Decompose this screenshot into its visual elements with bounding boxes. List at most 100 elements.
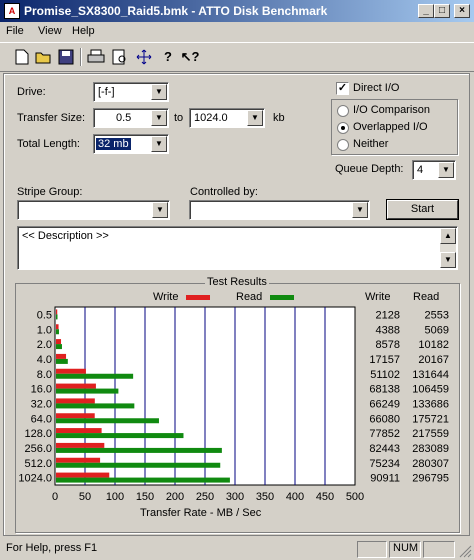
read-value: 280307 [412, 458, 449, 470]
direct-io-checkbox[interactable]: ✓ [336, 82, 349, 95]
chevron-down-icon[interactable]: ▼ [247, 110, 263, 126]
read-value: 133686 [412, 398, 449, 410]
row-size-label: 1.0 [37, 324, 52, 336]
scroll-down-icon[interactable]: ▼ [440, 252, 456, 268]
write-bar [56, 324, 59, 330]
row-size-label: 128.0 [24, 428, 52, 440]
scroll-up-icon[interactable]: ▲ [440, 228, 456, 244]
controlled-by-label: Controlled by: [190, 186, 258, 198]
print-preview-icon[interactable] [110, 47, 130, 67]
row-size-label: 1024.0 [18, 473, 52, 485]
context-help-icon[interactable]: ↖? [180, 47, 200, 67]
read-bar [56, 447, 222, 453]
status-panel-scrl [423, 541, 455, 558]
write-legend-swatch [186, 295, 210, 300]
start-button[interactable]: Start [387, 200, 458, 219]
write-column-header: Write [365, 291, 391, 303]
write-bar [56, 383, 96, 389]
test-results-title: Test Results [205, 276, 269, 288]
maximize-button[interactable]: □ [434, 4, 450, 18]
transfer-from-value: 0.5 [116, 112, 132, 124]
stripe-group-select[interactable]: ▼ [17, 200, 170, 220]
neither-label: Neither [353, 138, 389, 150]
read-value: 283089 [412, 443, 449, 455]
new-icon[interactable] [12, 47, 32, 67]
queue-depth-label: Queue Depth: [335, 163, 404, 175]
write-value: 77852 [369, 428, 400, 440]
row-size-label: 8.0 [37, 369, 52, 381]
overlapped-io-radio[interactable] [337, 122, 349, 134]
write-value: 51102 [370, 369, 400, 381]
write-bar [56, 309, 58, 315]
menu-help[interactable]: Help [72, 25, 95, 37]
read-value: 217559 [412, 428, 449, 440]
total-length-select[interactable]: 32 mb ▼ [93, 134, 169, 154]
row-size-label: 0.5 [37, 309, 52, 321]
queue-depth-select[interactable]: 4 ▼ [412, 160, 456, 180]
write-bar [56, 368, 86, 374]
transfer-size-to-select[interactable]: 1024.0 ▼ [189, 108, 265, 128]
description-textarea[interactable]: << Description >> ▲ ▼ [17, 226, 458, 270]
close-button[interactable]: × [454, 4, 470, 18]
read-bar [56, 418, 159, 424]
chevron-down-icon[interactable]: ▼ [151, 110, 167, 126]
chevron-down-icon[interactable]: ▼ [438, 162, 454, 178]
print-icon[interactable] [86, 47, 106, 67]
status-panel-empty [357, 541, 387, 558]
write-bar [56, 472, 110, 478]
io-comparison-radio[interactable] [337, 105, 349, 117]
io-comparison-label: I/O Comparison [353, 104, 431, 116]
row-size-label: 2.0 [37, 339, 52, 351]
read-column-header: Read [413, 291, 440, 303]
drive-select[interactable]: [-f-] ▼ [93, 82, 169, 102]
write-value: 82443 [369, 443, 400, 455]
status-num: NUM [389, 541, 421, 558]
toolbar-separator [80, 48, 82, 66]
stripe-group-label: Stripe Group: [17, 186, 83, 198]
chevron-down-icon[interactable]: ▼ [151, 136, 167, 152]
write-value: 90911 [370, 473, 400, 485]
chevron-down-icon[interactable]: ▼ [152, 202, 168, 218]
read-value: 10182 [418, 339, 449, 351]
to-label: to [174, 112, 184, 124]
x-tick-label: 150 [136, 491, 154, 503]
write-legend-label: Write [153, 291, 179, 303]
minimize-button[interactable]: _ [418, 4, 434, 18]
write-value: 66080 [369, 413, 400, 425]
read-bar [56, 358, 68, 364]
x-tick-label: 0 [52, 491, 58, 503]
transfer-size-label: Transfer Size: [17, 112, 86, 124]
row-size-label: 4.0 [37, 354, 52, 366]
controlled-by-select[interactable]: ▼ [189, 200, 370, 220]
neither-radio[interactable] [337, 139, 349, 151]
menu-file[interactable]: File [6, 25, 24, 37]
description-scrollbar[interactable]: ▲ ▼ [440, 228, 456, 268]
x-tick-label: 350 [256, 491, 274, 503]
kb-label: kb [273, 112, 285, 124]
transfer-size-from-select[interactable]: 0.5 ▼ [93, 108, 169, 128]
x-tick-label: 450 [316, 491, 334, 503]
x-tick-label: 100 [106, 491, 124, 503]
move-icon[interactable] [134, 47, 154, 67]
write-value: 68138 [369, 384, 400, 396]
save-icon[interactable] [56, 47, 76, 67]
read-bar [56, 314, 58, 320]
help-icon[interactable]: ? [158, 47, 178, 67]
read-legend-swatch [270, 295, 294, 300]
overlapped-io-label: Overlapped I/O [353, 121, 428, 133]
write-bar [56, 353, 67, 359]
read-bar [56, 433, 184, 439]
resize-grip-icon[interactable] [458, 544, 472, 558]
menu-view[interactable]: View [38, 25, 62, 37]
chevron-down-icon[interactable]: ▼ [151, 84, 167, 100]
write-bar [56, 428, 102, 434]
queue-depth-value: 4 [417, 164, 424, 176]
status-bar: For Help, press F1 NUM [0, 538, 474, 560]
x-tick-label: 300 [226, 491, 244, 503]
open-icon[interactable] [34, 47, 54, 67]
write-value: 66249 [369, 398, 400, 410]
drive-value: [-f-] [98, 86, 115, 98]
x-tick-label: 500 [346, 491, 364, 503]
chevron-down-icon[interactable]: ▼ [352, 202, 368, 218]
menu-bar: File View Help [0, 22, 474, 42]
